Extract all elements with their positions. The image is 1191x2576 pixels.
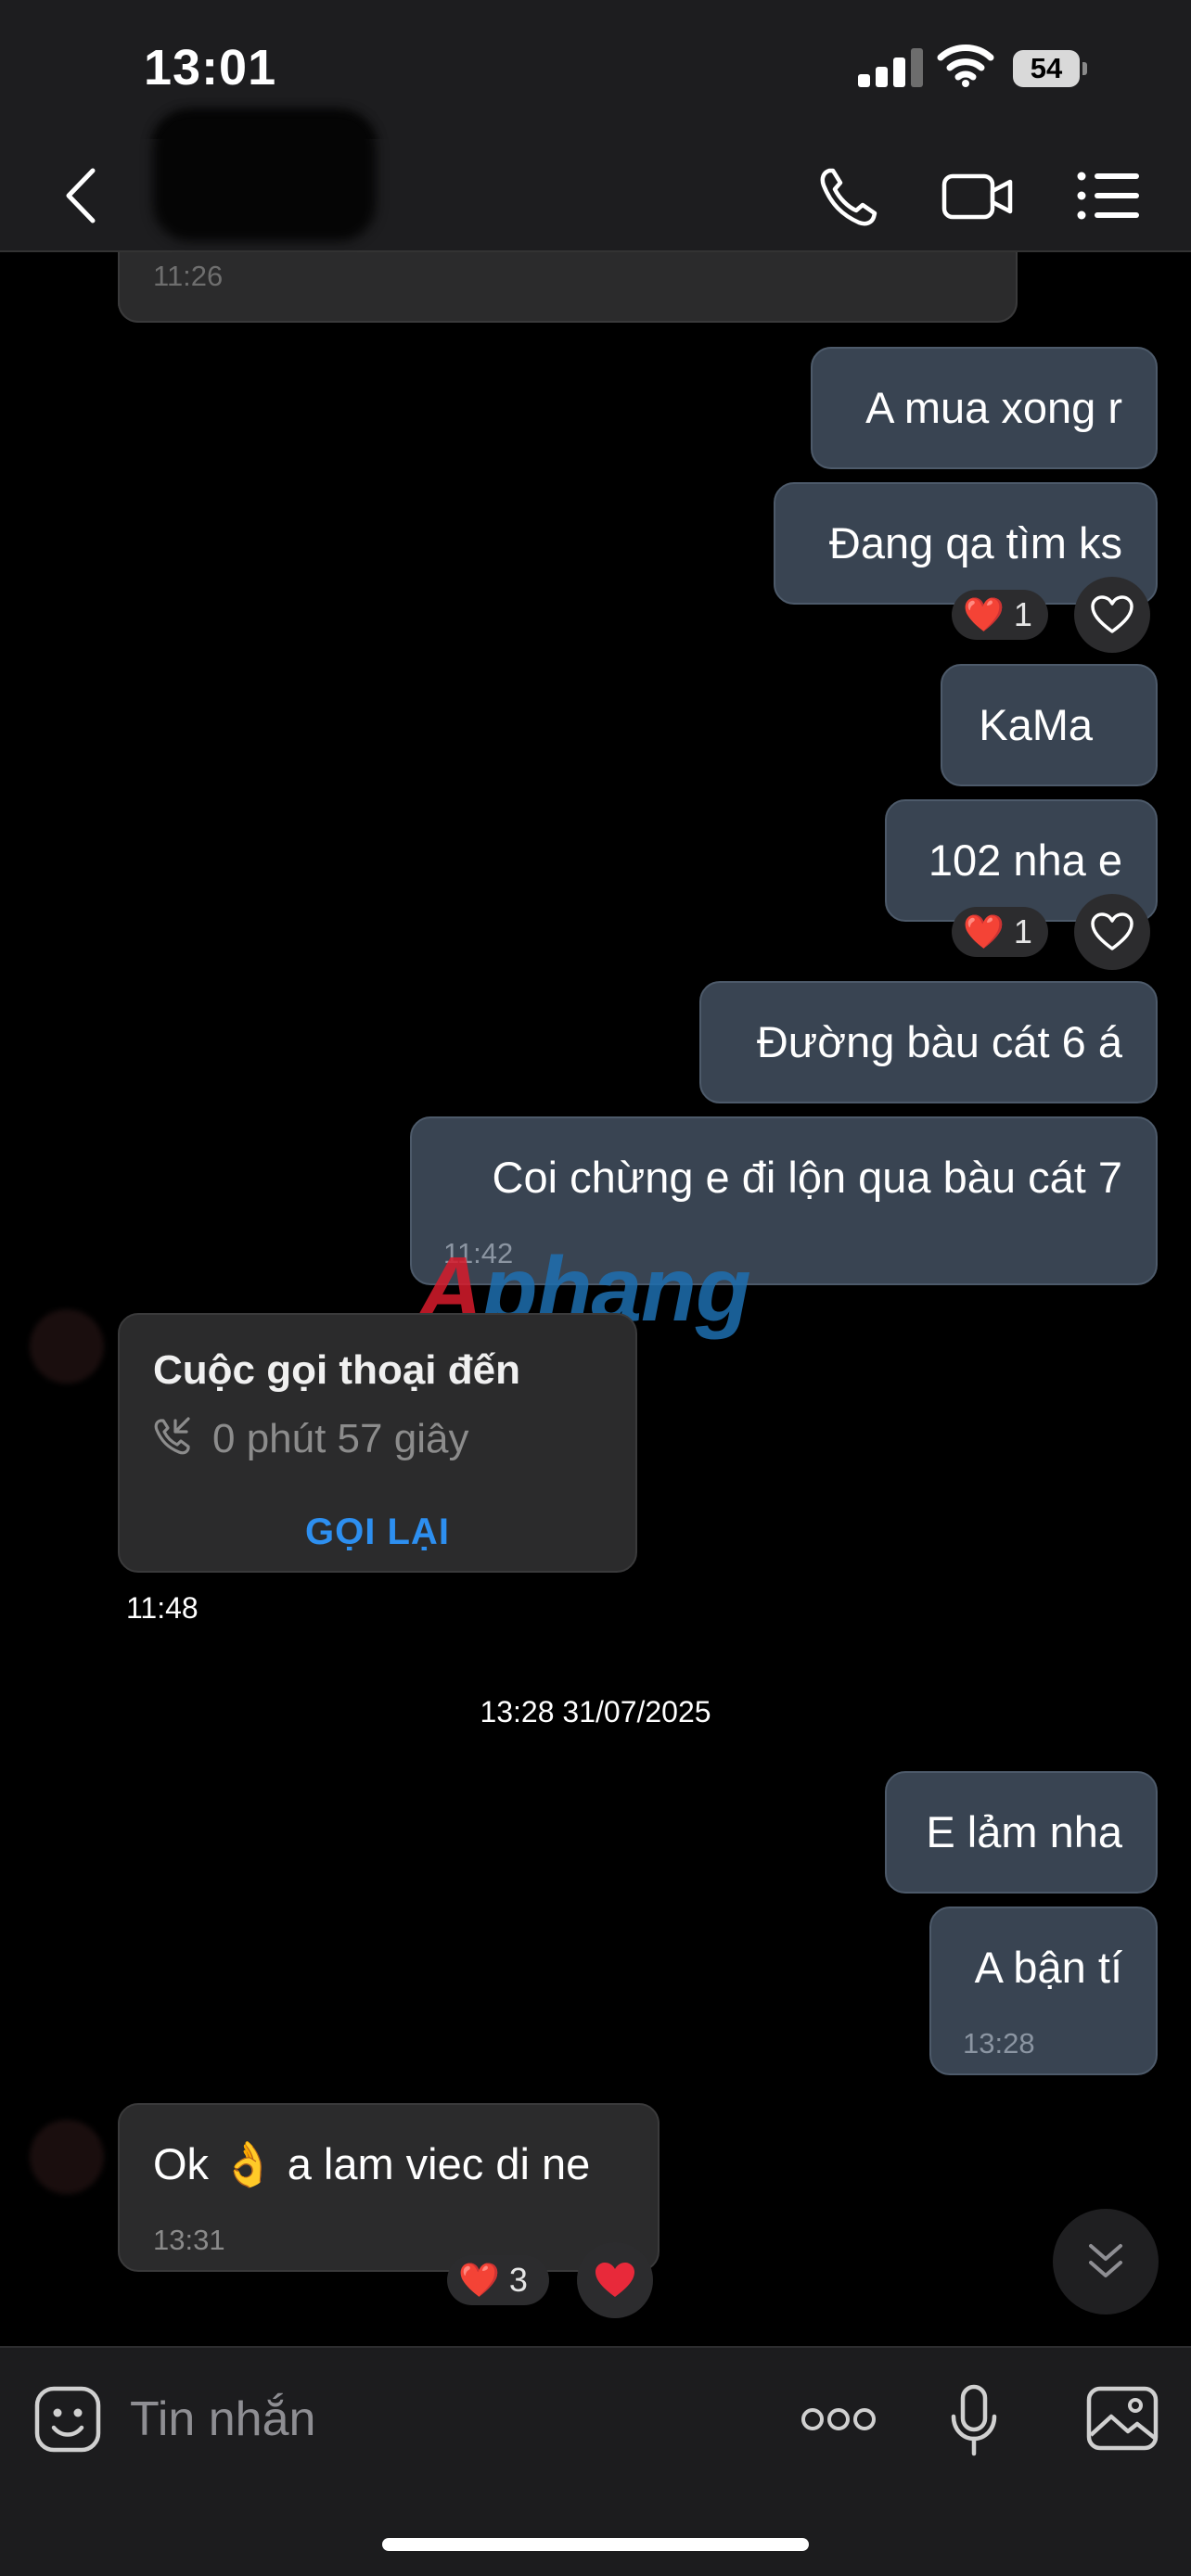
heart-reaction-icon: ❤️ [963, 595, 1005, 633]
message-text: KaMa [979, 700, 1093, 749]
message-bubble-incoming-tail: 11:26 [118, 252, 1018, 323]
double-chevron-down-icon [1089, 2244, 1122, 2277]
message-input[interactable] [130, 2385, 761, 2454]
heart-outline-icon [1091, 595, 1133, 633]
message-text: Ok 👌 a lam viec di ne [153, 2139, 591, 2188]
avatar[interactable] [30, 2120, 104, 2194]
message-time: 13:31 [153, 2224, 225, 2256]
cellular-signal-icon [858, 46, 923, 87]
scroll-to-bottom-button[interactable] [1053, 2209, 1159, 2315]
clock: 13:01 [144, 40, 277, 96]
more-options-icon[interactable] [800, 2404, 877, 2435]
message-time: 11:48 [126, 1591, 198, 1625]
video-call-icon[interactable] [941, 167, 1014, 226]
message-text: Đang qa tìm ks [828, 518, 1122, 567]
reaction-chip[interactable]: ❤️ 3 [447, 2255, 549, 2305]
avatar[interactable] [30, 1309, 104, 1384]
message-text: 102 nha e [928, 835, 1122, 885]
battery-icon: 54 [1013, 50, 1087, 87]
reaction-chip[interactable]: ❤️ 1 [952, 590, 1048, 640]
chat-header-icons [0, 111, 1191, 252]
message-bubble-outgoing[interactable]: A mua xong r [811, 347, 1158, 469]
call-back-button[interactable]: GỌI LẠI [120, 1504, 635, 1560]
date-separator: 13:28 31/07/2025 [480, 1695, 711, 1728]
add-reaction-button[interactable] [1074, 577, 1150, 653]
heart-filled-icon [596, 2263, 634, 2297]
contact-name-redacted[interactable] [153, 111, 376, 241]
add-reaction-button[interactable] [1074, 894, 1150, 970]
my-heart-reaction-button[interactable] [577, 2242, 653, 2318]
phone-call-icon[interactable] [816, 165, 879, 228]
reaction-count: 1 [1013, 912, 1032, 950]
message-text: E lảm nha [926, 1807, 1122, 1856]
message-bubble-incoming[interactable]: Ok 👌 a lam viec di ne 13:31 [118, 2103, 660, 2272]
menu-list-icon[interactable] [1076, 169, 1141, 223]
heart-outline-icon [1091, 912, 1133, 950]
reaction-count: 3 [508, 2261, 528, 2299]
message-bubble-outgoing[interactable]: E lảm nha [885, 1771, 1158, 1894]
call-card[interactable]: Cuộc gọi thoại đến 0 phút 57 giây GỌI LẠ… [118, 1313, 637, 1573]
reaction-chip[interactable]: ❤️ 1 [952, 907, 1048, 957]
message-text: Đường bàu cát 6 á [756, 1017, 1122, 1066]
message-time: 13:28 [963, 2027, 1035, 2060]
message-time: 11:26 [153, 260, 224, 292]
sticker-icon[interactable] [33, 2385, 102, 2454]
image-gallery-icon[interactable] [1085, 2385, 1159, 2452]
message-bubble-outgoing[interactable]: Đường bàu cát 6 á [699, 981, 1158, 1103]
back-chevron-icon[interactable] [58, 165, 104, 226]
reaction-count: 1 [1013, 595, 1032, 633]
microphone-icon[interactable] [948, 2383, 1000, 2457]
home-indicator[interactable] [382, 2538, 809, 2551]
message-text: Coi chừng e đi lộn qua bàu cát 7 [492, 1153, 1122, 1202]
wifi-icon [937, 45, 994, 87]
call-duration: 0 phút 57 giây [212, 1416, 469, 1461]
heart-reaction-icon: ❤️ [963, 912, 1005, 950]
message-text: A bận tí [974, 1943, 1122, 1992]
message-text: A mua xong r [865, 383, 1122, 432]
call-title: Cuộc gọi thoại đến [153, 1347, 520, 1393]
heart-reaction-icon: ❤️ [458, 2261, 500, 2299]
message-bubble-outgoing[interactable]: KaMa [941, 664, 1158, 786]
message-bubble-outgoing[interactable]: A bận tí 13:28 [929, 1906, 1158, 2075]
incoming-call-icon [154, 1417, 190, 1455]
